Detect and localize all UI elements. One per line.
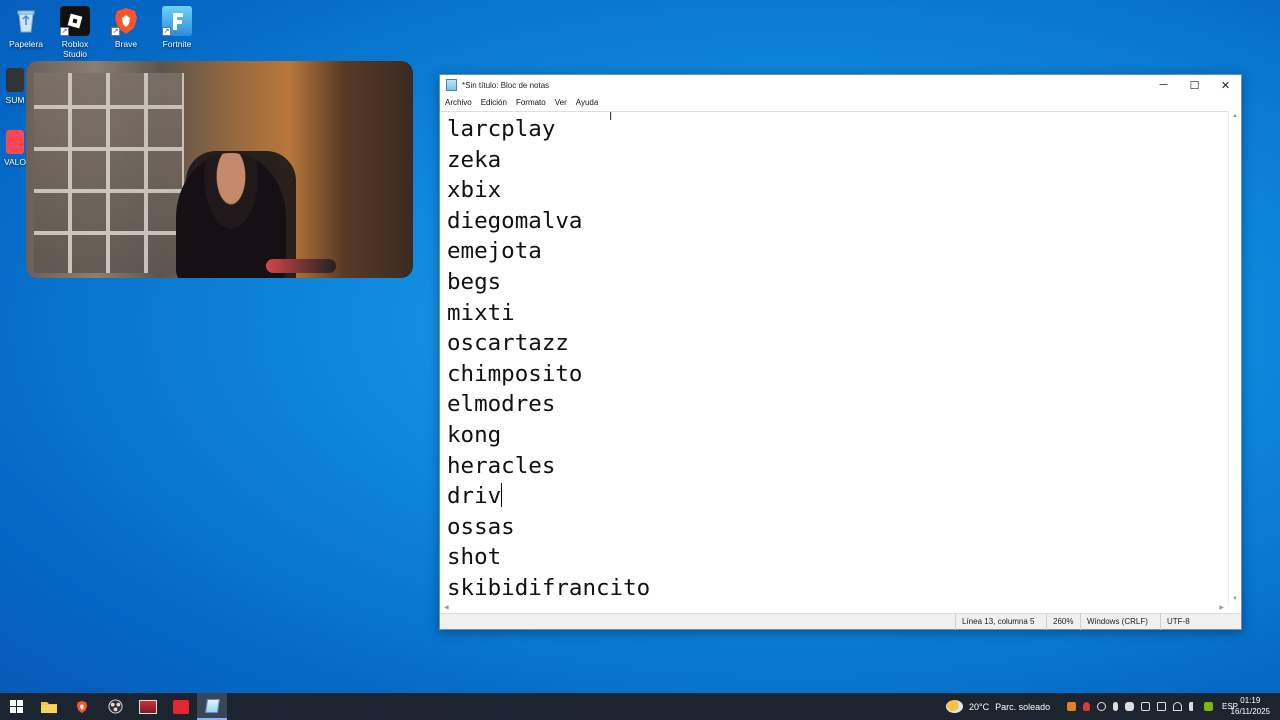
text-line: shot — [447, 544, 502, 571]
text-editor[interactable]: larcplay zeka xbix diegomalva emejota be… — [441, 111, 1229, 604]
fortnite-icon: ↗ — [162, 6, 192, 36]
desktop-icon-label: Fortnite — [162, 39, 192, 49]
current-line-text: driv — [447, 483, 502, 510]
desktop-icon-fortnite[interactable]: ↗ Fortnite — [151, 2, 203, 49]
menu-edicion[interactable]: Edición — [480, 98, 511, 107]
menu-formato[interactable]: Formato — [515, 98, 550, 107]
menu-ver[interactable]: Ver — [554, 98, 571, 107]
vertical-scrollbar[interactable]: ▲ ▼ — [1228, 111, 1240, 604]
status-encoding: UTF-8 — [1160, 614, 1242, 630]
taskbar-file-explorer[interactable] — [34, 693, 64, 720]
webcam-overlay — [26, 61, 413, 278]
menu-bar: Archivo Edición Formato Ver Ayuda — [440, 95, 606, 110]
text-line: skibidifrancito — [447, 574, 651, 601]
tray-network-globe-icon[interactable] — [1096, 702, 1106, 711]
status-cursor-position: Línea 13, columna 5 — [955, 614, 1046, 630]
maximize-button[interactable]: ☐ — [1179, 75, 1210, 95]
taskbar-notepad[interactable] — [197, 693, 227, 720]
minimize-button[interactable]: ─ — [1148, 75, 1179, 95]
desktop-icon-label: Roblox Studio — [61, 39, 89, 59]
text-line: mixti — [447, 299, 515, 326]
scroll-right-icon[interactable]: ▶ — [1219, 604, 1224, 611]
notepad-window[interactable]: *Sin título: Bloc de notas ─ ☐ ✕ Archivo… — [439, 74, 1242, 630]
partly-sunny-icon — [946, 700, 963, 713]
text-line-current: driv — [447, 481, 1229, 512]
obs-icon — [107, 699, 123, 714]
desktop-icon-roblox-studio[interactable]: ↗ Roblox Studio — [49, 2, 101, 59]
text-line: ossas — [447, 513, 515, 540]
sumo-icon — [6, 68, 24, 92]
shortcut-arrow-icon: ↗ — [111, 27, 120, 36]
tray-volume-icon[interactable] — [1188, 702, 1197, 711]
voicemeeter-icon — [139, 699, 157, 714]
recycle-bin-icon — [11, 6, 41, 36]
text-line: chimposito — [447, 360, 583, 387]
brave-icon: ↗ — [111, 6, 141, 36]
start-button[interactable] — [1, 693, 31, 720]
text-line: kong — [447, 421, 502, 448]
webcam-microphone — [266, 259, 336, 273]
taskbar-obs[interactable] — [100, 693, 130, 720]
status-zoom: 260% — [1046, 614, 1080, 630]
notepad-icon — [446, 79, 457, 91]
text-cursor-icon: I — [609, 110, 613, 123]
scroll-up-icon[interactable]: ▲ — [1232, 113, 1238, 119]
system-tray: ESP — [1063, 693, 1238, 720]
text-caret — [501, 483, 503, 508]
taskbar: 20°C Parc. soleado ESP 01:19 16/11/2025 — [0, 693, 1280, 720]
valorant-icon — [6, 130, 24, 154]
scroll-left-icon[interactable]: ◀ — [444, 604, 449, 611]
brave-icon — [76, 700, 88, 713]
windows-icon — [9, 700, 23, 713]
title-bar[interactable]: *Sin título: Bloc de notas ─ ☐ ✕ — [440, 75, 1241, 95]
roblox-studio-icon: ↗ — [60, 6, 90, 36]
desktop-icon-label: SUM — [5, 95, 25, 105]
text-line: xbix — [447, 177, 502, 204]
text-line: emejota — [447, 238, 542, 265]
desktop-icon-label: Papelera — [8, 39, 44, 49]
tray-usb-icon[interactable] — [1140, 702, 1150, 711]
tray-microphone-red-icon[interactable] — [1082, 702, 1090, 711]
close-button[interactable]: ✕ — [1210, 75, 1241, 95]
weather-condition: Parc. soleado — [995, 701, 1051, 712]
text-line: elmodres — [447, 391, 556, 418]
weather-widget[interactable]: 20°C Parc. soleado — [946, 693, 1050, 720]
text-line: diegomalva — [447, 207, 583, 234]
tray-display-icon[interactable] — [1156, 702, 1166, 711]
text-line: zeka — [447, 146, 502, 173]
desktop-icon-label: VALO — [3, 157, 27, 167]
shortcut-arrow-icon: ↗ — [162, 27, 171, 36]
tray-discord-icon[interactable] — [1124, 702, 1134, 711]
shortcut-arrow-icon: ↗ — [60, 27, 69, 36]
taskbar-clock[interactable]: 01:19 16/11/2025 — [1231, 695, 1270, 717]
tray-nvidia-icon[interactable] — [1203, 702, 1213, 711]
taskbar-voicemeeter[interactable] — [133, 693, 163, 720]
weather-temperature: 20°C — [969, 701, 990, 712]
streamlabs-icon — [173, 699, 189, 714]
desktop-icon-brave[interactable]: ↗ Brave — [100, 2, 152, 49]
taskbar-streamlabs[interactable] — [166, 693, 196, 720]
status-bar: Línea 13, columna 5 260% Windows (CRLF) … — [440, 613, 1242, 630]
desktop-icon-label: Brave — [114, 39, 138, 49]
clock-time: 01:19 — [1240, 696, 1261, 705]
menu-archivo[interactable]: Archivo — [444, 98, 476, 107]
text-line: begs — [447, 268, 502, 295]
text-line: oscartazz — [447, 330, 569, 357]
notepad-icon — [204, 698, 220, 713]
window-title: *Sin título: Bloc de notas — [462, 80, 550, 90]
window-controls: ─ ☐ ✕ — [1148, 75, 1241, 95]
clock-date: 16/11/2025 — [1230, 707, 1270, 716]
tray-wifi-icon[interactable] — [1172, 702, 1182, 711]
desktop-icon-recycle-bin[interactable]: Papelera — [0, 2, 52, 49]
tray-app-orange-icon[interactable] — [1066, 702, 1076, 711]
tray-microphone-icon[interactable] — [1112, 702, 1118, 711]
webcam-background-shelf — [34, 73, 184, 273]
scroll-down-icon[interactable]: ▼ — [1232, 596, 1238, 602]
text-line: larcplay — [447, 116, 556, 142]
status-line-ending: Windows (CRLF) — [1080, 614, 1160, 630]
folder-icon — [41, 702, 57, 713]
text-line: heracles — [447, 452, 556, 479]
taskbar-brave[interactable] — [67, 693, 97, 720]
menu-ayuda[interactable]: Ayuda — [575, 98, 603, 107]
